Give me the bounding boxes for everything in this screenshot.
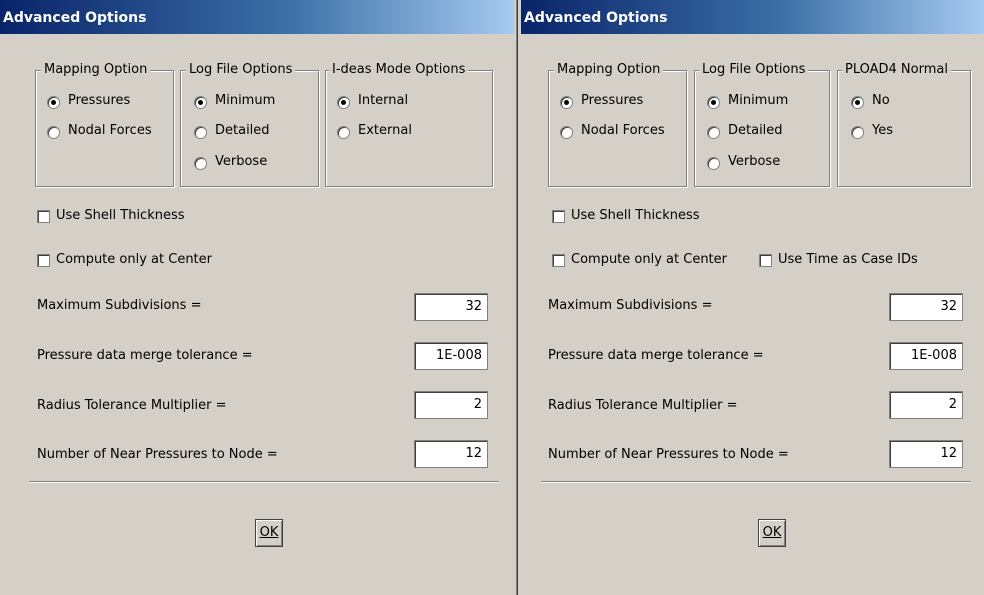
title-bar[interactable]: Advanced Options bbox=[0, 0, 514, 34]
advanced-options-dialog-right: Advanced Options Mapping Option Pressure… bbox=[521, 0, 984, 595]
radio-selected-icon bbox=[707, 96, 720, 109]
near-pressures-input[interactable]: 12 bbox=[889, 440, 963, 468]
title-bar[interactable]: Advanced Options bbox=[521, 0, 984, 34]
mapping-option-group: Mapping Option Pressures Nodal Forces bbox=[35, 62, 174, 187]
radio-selected-icon bbox=[851, 96, 864, 109]
log-file-options-label: Log File Options bbox=[699, 62, 809, 77]
checkbox-unchecked-icon bbox=[37, 254, 50, 267]
advanced-options-dialog-left: Advanced Options Mapping Option Pressure… bbox=[0, 0, 514, 595]
pressure-merge-tolerance-label: Pressure data merge tolerance = bbox=[548, 348, 764, 363]
window-separator bbox=[514, 0, 521, 595]
radio-unselected-icon bbox=[47, 126, 60, 139]
log-file-options-group: Log File Options Minimum Detailed Verbos… bbox=[180, 62, 319, 187]
mapping-option-label: Mapping Option bbox=[554, 62, 664, 77]
radio-selected-icon bbox=[47, 96, 60, 109]
checkbox-unchecked-icon bbox=[37, 210, 50, 223]
checkbox-unchecked-icon bbox=[759, 254, 772, 267]
maximum-subdivisions-label: Maximum Subdivisions = bbox=[548, 298, 713, 313]
pload4-normal-label: PLOAD4 Normal bbox=[842, 62, 951, 77]
radio-unselected-icon bbox=[560, 126, 573, 139]
radio-unselected-icon bbox=[851, 126, 864, 139]
ideas-mode-options-label: I-deas Mode Options bbox=[329, 62, 469, 77]
log-file-options-group: Log File Options Minimum Detailed Verbos… bbox=[694, 62, 830, 187]
pressure-merge-tolerance-label: Pressure data merge tolerance = bbox=[37, 348, 253, 363]
dialog-title: Advanced Options bbox=[3, 10, 147, 26]
ok-button[interactable]: OK bbox=[758, 519, 786, 547]
radius-tolerance-multiplier-input[interactable]: 2 bbox=[414, 391, 488, 419]
radio-unselected-icon bbox=[194, 126, 207, 139]
radio-selected-icon bbox=[194, 96, 207, 109]
radio-unselected-icon bbox=[194, 157, 207, 170]
near-pressures-label: Number of Near Pressures to Node = bbox=[37, 447, 278, 462]
checkbox-unchecked-icon bbox=[552, 254, 565, 267]
mapping-option-label: Mapping Option bbox=[41, 62, 151, 77]
dialog-title: Advanced Options bbox=[524, 10, 668, 26]
pressure-merge-tolerance-input[interactable]: 1E-008 bbox=[889, 342, 963, 370]
radius-tolerance-multiplier-input[interactable]: 2 bbox=[889, 391, 963, 419]
pressure-merge-tolerance-input[interactable]: 1E-008 bbox=[414, 342, 488, 370]
mapping-option-group: Mapping Option Pressures Nodal Forces bbox=[548, 62, 687, 187]
maximum-subdivisions-label: Maximum Subdivisions = bbox=[37, 298, 202, 313]
divider bbox=[541, 481, 971, 483]
pload4-normal-group: PLOAD4 Normal No Yes bbox=[837, 62, 971, 187]
near-pressures-input[interactable]: 12 bbox=[414, 440, 488, 468]
maximum-subdivisions-input[interactable]: 32 bbox=[889, 293, 963, 321]
ideas-mode-options-group: I-deas Mode Options Internal External bbox=[325, 62, 493, 187]
checkbox-unchecked-icon bbox=[552, 210, 565, 223]
radio-selected-icon bbox=[560, 96, 573, 109]
radius-tolerance-multiplier-label: Radius Tolerance Multiplier = bbox=[37, 398, 227, 413]
divider bbox=[29, 481, 499, 483]
radio-selected-icon bbox=[337, 96, 350, 109]
radio-unselected-icon bbox=[337, 126, 350, 139]
near-pressures-label: Number of Near Pressures to Node = bbox=[548, 447, 789, 462]
ok-button[interactable]: OK bbox=[255, 519, 283, 547]
radius-tolerance-multiplier-label: Radius Tolerance Multiplier = bbox=[548, 398, 738, 413]
maximum-subdivisions-input[interactable]: 32 bbox=[414, 293, 488, 321]
log-file-options-label: Log File Options bbox=[186, 62, 296, 77]
radio-unselected-icon bbox=[707, 126, 720, 139]
radio-unselected-icon bbox=[707, 157, 720, 170]
